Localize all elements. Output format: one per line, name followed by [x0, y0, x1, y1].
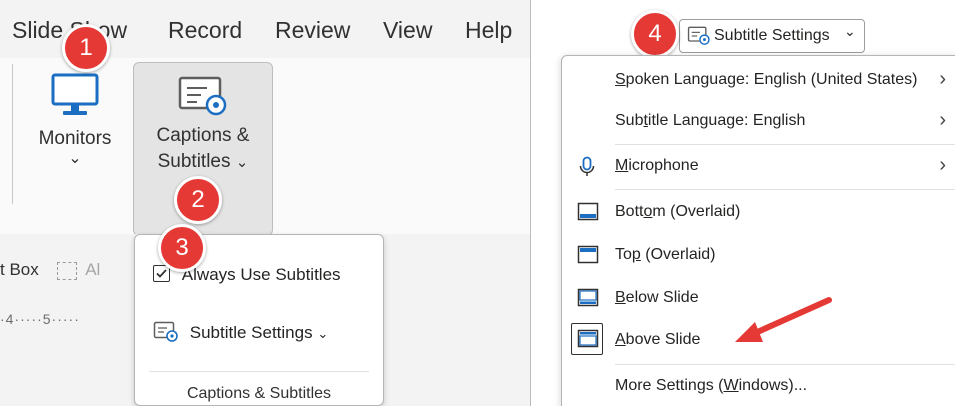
- monitors-button[interactable]: Monitors ⌄: [22, 72, 128, 167]
- monitors-label: Monitors: [38, 128, 112, 149]
- subtitle-settings-icon: [153, 321, 178, 342]
- microphone-label: Microphone: [615, 157, 699, 175]
- top-overlaid-icon: [577, 245, 599, 264]
- microphone-icon: [579, 156, 595, 176]
- captions-label-line2: Subtitles: [157, 151, 231, 172]
- step-badge-2: 2: [174, 176, 222, 224]
- label-part: bove Slide: [625, 331, 701, 348]
- access-key: A: [615, 331, 626, 348]
- text-box-label: t Box: [0, 260, 39, 279]
- text-box-command[interactable]: t Box Al: [0, 260, 100, 280]
- bottom-overlaid-icon: [577, 202, 599, 221]
- access-key: S: [615, 71, 626, 88]
- monitor-icon: [51, 73, 99, 115]
- label-part: poken Language: English (United States): [625, 71, 918, 88]
- captions-settings-icon: [178, 76, 227, 116]
- access-key: W: [723, 377, 739, 394]
- below-slide-icon: [577, 288, 599, 307]
- menu-item-bottom-overlaid[interactable]: Bottom (Overlaid): [562, 192, 955, 232]
- step-badge-1: 1: [62, 24, 110, 72]
- label-part: (Overlaid): [640, 246, 716, 263]
- chevron-right-icon: ›: [939, 109, 946, 131]
- align-label: Al: [85, 260, 101, 279]
- step-badge-4: 4: [631, 10, 679, 58]
- spoken-language-label: Spoken Language: English (United States): [615, 71, 917, 89]
- tab-review[interactable]: Review: [275, 17, 350, 44]
- bottom-overlaid-label: Bottom (Overlaid): [615, 203, 740, 221]
- dropdown-separator: [149, 371, 369, 372]
- align-text-icon: [57, 261, 78, 280]
- label-part: indows)...: [738, 377, 808, 394]
- access-key: p: [631, 246, 641, 263]
- chevron-down-icon: ⌄: [68, 150, 82, 167]
- menu-item-subtitle-language[interactable]: Subtitle Language: English ›: [562, 101, 955, 141]
- ruler: ·4·····5·····: [0, 311, 80, 327]
- access-key: M: [615, 157, 629, 174]
- dropdown-group-label: Captions & Subtitles: [186, 385, 332, 402]
- subtitle-settings-item[interactable]: Subtitle Settings ⌄: [153, 321, 328, 343]
- menu-item-microphone[interactable]: Microphone ›: [562, 146, 955, 186]
- subtitle-settings-panel: Subtitle Settings ⌄ 4 Spoken Language: E…: [553, 0, 955, 406]
- label-part: elow Slide: [625, 289, 699, 306]
- always-use-subtitles-label: Always Use Subtitles: [181, 265, 341, 284]
- tab-record[interactable]: Record: [168, 17, 242, 44]
- menu-item-top-overlaid[interactable]: Top (Overlaid): [562, 235, 955, 275]
- menu-separator: [615, 144, 955, 145]
- group-divider: [12, 64, 13, 204]
- panel-gap: [531, 0, 553, 406]
- menu-separator: [615, 189, 955, 190]
- captions-label-line2-wrap: Subtitles ⌄: [134, 149, 272, 176]
- chevron-right-icon: ›: [939, 68, 946, 90]
- subtitle-settings-icon: [687, 26, 710, 45]
- captions-label-line1: Captions &: [156, 125, 250, 146]
- menu-item-spoken-language[interactable]: Spoken Language: English (United States)…: [562, 60, 955, 100]
- label-part: m (Overlaid): [652, 203, 741, 220]
- chevron-down-icon: ⌄: [317, 326, 329, 341]
- menu-item-more-settings[interactable]: More Settings (Windows)...: [562, 366, 955, 406]
- above-slide-label: Above Slide: [615, 331, 700, 349]
- chevron-right-icon: ›: [939, 154, 946, 176]
- label-part: More Settings (: [615, 377, 724, 394]
- more-settings-label: More Settings (Windows)...: [615, 377, 807, 395]
- subtitle-settings-menu: Spoken Language: English (United States)…: [561, 55, 955, 406]
- label-part: Bott: [615, 203, 644, 220]
- tab-help[interactable]: Help: [465, 17, 512, 44]
- label-part: To: [615, 246, 632, 263]
- top-overlaid-label: Top (Overlaid): [615, 246, 716, 264]
- subtitle-settings-button[interactable]: Subtitle Settings ⌄: [679, 19, 865, 53]
- access-key: B: [615, 289, 626, 306]
- subtitle-language-label: Subtitle Language: English: [615, 112, 805, 130]
- chevron-down-icon: ⌄: [235, 154, 249, 171]
- step-badge-3: 3: [158, 224, 206, 272]
- tab-view[interactable]: View: [383, 17, 432, 44]
- above-slide-icon: [577, 329, 599, 348]
- subtitle-settings-label: Subtitle Settings: [189, 323, 313, 342]
- label-part: icrophone: [628, 157, 699, 174]
- label-part: Sub: [615, 112, 644, 129]
- menu-separator: [615, 364, 955, 365]
- below-slide-label: Below Slide: [615, 289, 699, 307]
- chevron-down-icon: ⌄: [844, 23, 856, 39]
- annotation-arrow: [735, 297, 832, 342]
- subtitle-settings-button-label: Subtitle Settings: [714, 27, 830, 44]
- ribbon-panel: Slide Show Record Review View Help Monit…: [0, 0, 531, 406]
- label-part: itle Language: English: [647, 112, 806, 129]
